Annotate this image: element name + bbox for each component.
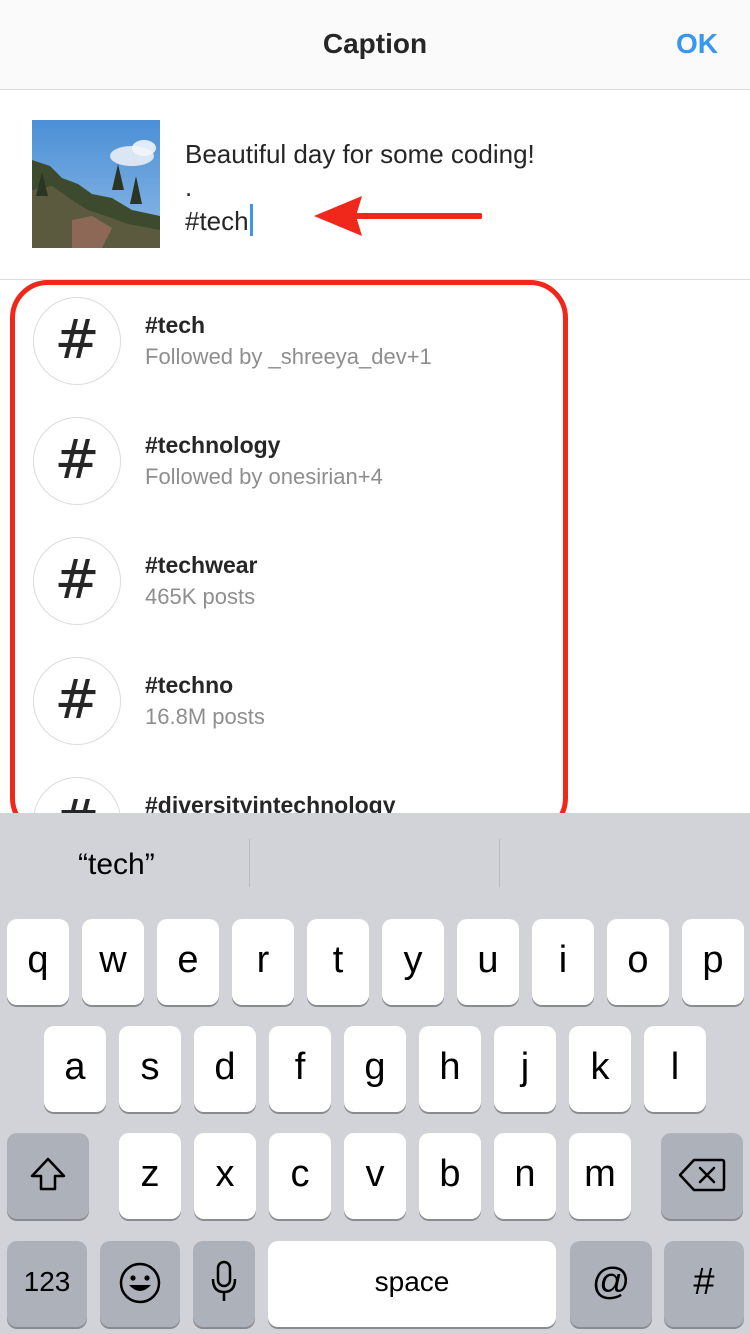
caption-compose: Beautiful day for some coding! . #tech: [0, 90, 750, 280]
emoji-icon: [119, 1262, 161, 1304]
hashtag-icon: #: [33, 417, 121, 505]
hashtag-meta: 465K posts: [145, 584, 256, 609]
key-l[interactable]: l: [644, 1026, 706, 1112]
key-y[interactable]: y: [382, 919, 444, 1005]
key-p[interactable]: p: [682, 919, 744, 1005]
hashtag-meta: 16.8M posts: [145, 704, 265, 729]
key-x[interactable]: x: [194, 1133, 256, 1219]
dictation-key[interactable]: [193, 1241, 255, 1327]
key-b[interactable]: b: [419, 1133, 481, 1219]
hashtag-name: #techno: [145, 672, 234, 698]
key-g[interactable]: g: [344, 1026, 406, 1112]
key-q[interactable]: q: [7, 919, 69, 1005]
delete-key[interactable]: [661, 1133, 743, 1219]
at-key[interactable]: @: [570, 1241, 652, 1327]
key-e[interactable]: e: [157, 919, 219, 1005]
key-v[interactable]: v: [344, 1133, 406, 1219]
key-a[interactable]: a: [44, 1026, 106, 1112]
key-t[interactable]: t: [307, 919, 369, 1005]
hashtag-suggestions: # #tech Followed by _shreeya_dev+1 # #te…: [0, 281, 750, 813]
list-item[interactable]: # #techno 16.8M posts: [0, 641, 750, 761]
caption-hashtag-text: #tech: [185, 206, 249, 236]
key-h[interactable]: h: [419, 1026, 481, 1112]
list-item[interactable]: # #diversityintechnology: [0, 761, 750, 813]
key-m[interactable]: m: [569, 1133, 631, 1219]
post-thumbnail: [32, 120, 160, 248]
hashtag-meta: Followed by onesirian+4: [145, 464, 383, 489]
prediction-bar: “tech”: [0, 813, 750, 889]
key-r[interactable]: r: [232, 919, 294, 1005]
key-i[interactable]: i: [532, 919, 594, 1005]
shift-key[interactable]: [7, 1133, 89, 1219]
hashtag-icon: #: [33, 777, 121, 813]
hashtag-icon: #: [33, 537, 121, 625]
key-z[interactable]: z: [119, 1133, 181, 1219]
divider: [499, 839, 500, 887]
ok-button[interactable]: OK: [676, 28, 718, 60]
list-item[interactable]: # #tech Followed by _shreeya_dev+1: [0, 281, 750, 401]
list-item[interactable]: # #techwear 465K posts: [0, 521, 750, 641]
microphone-icon: [211, 1260, 237, 1301]
key-k[interactable]: k: [569, 1026, 631, 1112]
hashtag-icon: #: [33, 657, 121, 745]
hashtag-name: #technology: [145, 432, 281, 458]
emoji-key[interactable]: [100, 1241, 180, 1327]
key-f[interactable]: f: [269, 1026, 331, 1112]
numbers-key[interactable]: 123: [7, 1241, 87, 1327]
caption-line: Beautiful day for some coding!: [185, 139, 535, 169]
key-s[interactable]: s: [119, 1026, 181, 1112]
key-w[interactable]: w: [82, 919, 144, 1005]
hashtag-name: #tech: [145, 312, 206, 338]
keyboard: “tech” q w e r t y u i o p a s d f g h j…: [0, 813, 750, 1334]
hashtag-meta: Followed by _shreeya_dev+1: [145, 344, 432, 369]
key-u[interactable]: u: [457, 919, 519, 1005]
divider: [249, 839, 250, 887]
hashtag-name: #diversityintechnology: [145, 792, 396, 813]
text-cursor: [249, 204, 253, 236]
prediction-suggestion[interactable]: “tech”: [78, 839, 328, 915]
key-d[interactable]: d: [194, 1026, 256, 1112]
nav-bar: Caption OK: [0, 0, 750, 90]
key-c[interactable]: c: [269, 1133, 331, 1219]
red-arrow-icon: [314, 196, 482, 236]
backspace-icon: [678, 1158, 726, 1192]
space-key[interactable]: space: [268, 1241, 556, 1327]
hashtag-name: #techwear: [145, 552, 258, 578]
key-n[interactable]: n: [494, 1133, 556, 1219]
key-j[interactable]: j: [494, 1026, 556, 1112]
list-item[interactable]: # #technology Followed by onesirian+4: [0, 401, 750, 521]
key-o[interactable]: o: [607, 919, 669, 1005]
hash-key[interactable]: #: [664, 1241, 744, 1327]
page-title: Caption: [322, 28, 428, 59]
shift-icon: [30, 1157, 66, 1191]
hashtag-icon: #: [33, 297, 121, 385]
